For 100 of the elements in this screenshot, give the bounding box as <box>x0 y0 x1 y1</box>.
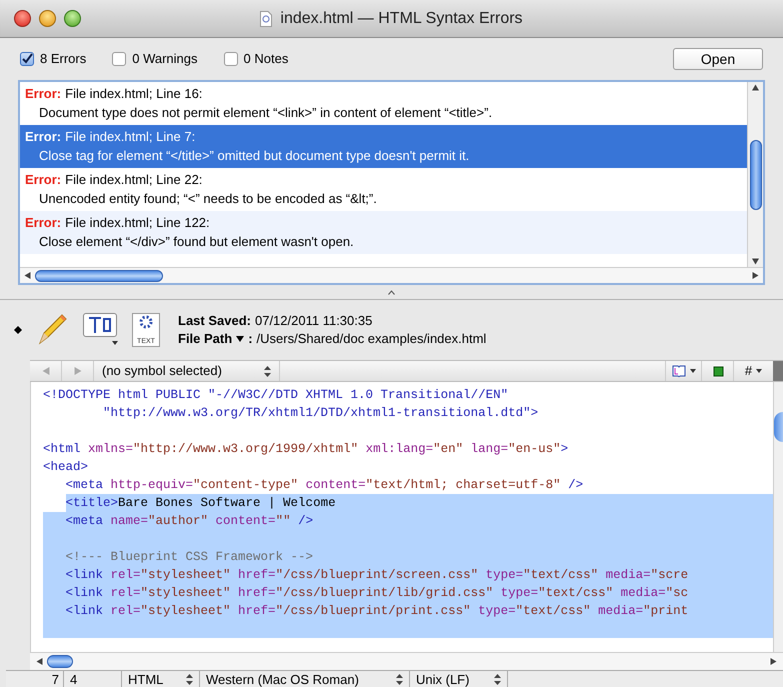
scroll-thumb[interactable] <box>47 655 73 668</box>
zoom-button[interactable] <box>64 10 81 27</box>
code-token: "/css/blueprint/print.css" <box>276 603 471 620</box>
square-icon <box>712 365 724 377</box>
file-path-value: /Users/Shared/doc examples/index.html <box>256 330 486 348</box>
code-token: "text/css" <box>523 567 598 584</box>
error-message: Unencoded entity found; “<” needs to be encoded as “&lt;”. <box>39 191 377 206</box>
code-token: "print <box>643 603 688 620</box>
error-location: File index.html; Line 7: <box>65 128 196 146</box>
error-message: Document type does not permit element “<link>” in content of element “<title>”. <box>39 105 492 120</box>
error-message: Close tag for element “</title>” omitted but document type doesn't permit it. <box>39 148 470 163</box>
scroll-corner <box>773 361 783 381</box>
code-token: <link <box>64 567 104 584</box>
splitter-handle-icon[interactable] <box>388 290 395 294</box>
error-location: File index.html; Line 22: <box>65 171 202 189</box>
open-button[interactable]: Open <box>673 48 763 70</box>
code-token: type= <box>477 603 516 620</box>
stepper-arrows-icon <box>396 674 403 684</box>
code-token: lang= <box>470 441 508 458</box>
code-token: "http://www.w3.org/1999/xhtml" <box>133 441 358 458</box>
checkbox[interactable] <box>112 52 126 66</box>
text-options-button[interactable] <box>82 313 118 347</box>
code-token: media= <box>604 567 651 584</box>
code-token: media= <box>597 603 644 620</box>
code-token: xml:lang= <box>364 441 434 458</box>
line-number: 7 <box>6 671 64 687</box>
code-token: "content-type" <box>193 477 298 494</box>
code-token: "en-us" <box>508 441 561 458</box>
vertical-scrollbar[interactable] <box>773 382 783 652</box>
code-token: "text/css" <box>538 585 614 602</box>
scroll-thumb[interactable] <box>750 140 762 210</box>
caret-icon <box>756 369 762 373</box>
file-path-menu[interactable]: File Path <box>178 330 244 348</box>
minimize-button[interactable] <box>39 10 56 27</box>
horizontal-scrollbar[interactable] <box>20 267 763 283</box>
code-token: /> <box>297 513 314 530</box>
code-token: /> <box>567 477 584 494</box>
code-token: > <box>560 441 568 458</box>
symbol-popup[interactable]: (no symbol selected) <box>94 361 280 381</box>
error-item[interactable]: Error: File index.html; Line 122: Close element “</div>” found but element wasn't open. <box>20 211 747 254</box>
code-token: "sc <box>666 585 688 602</box>
last-saved-value: 07/12/2011 11:30:35 <box>254 312 372 330</box>
checkbox[interactable] <box>20 52 34 66</box>
line-endings-popup[interactable]: Unix (LF) <box>410 671 508 687</box>
code-token: rel= <box>110 567 141 584</box>
stepper-arrows-icon <box>494 674 501 684</box>
language-popup[interactable]: HTML <box>122 671 200 687</box>
vertical-scrollbar[interactable] <box>747 82 763 267</box>
last-saved-label: Last Saved: <box>178 312 251 330</box>
error-label: Error: <box>25 128 62 146</box>
down-arrow-icon[interactable] <box>752 258 759 265</box>
code-token: "stylesheet" <box>140 567 231 584</box>
code-token: "/css/blueprint/lib/grid.css" <box>276 585 494 602</box>
checkbox[interactable] <box>224 52 238 66</box>
left-arrow-icon[interactable] <box>36 658 43 665</box>
code-token: "scre <box>650 567 688 584</box>
file-path-separator: : <box>248 330 253 348</box>
document-icon <box>260 10 272 26</box>
code-token: "http://www.w3.org/TR/xhtml1/DTD/xhtml1-transitional.dtd"> <box>102 405 538 422</box>
error-label: Error: <box>25 171 62 189</box>
scroll-thumb[interactable] <box>35 270 163 282</box>
code-token: "/css/blueprint/screen.css" <box>276 567 478 584</box>
encoding-popup[interactable]: Western (Mac OS Roman) <box>200 671 410 687</box>
code-token: rel= <box>110 603 141 620</box>
code-token: href= <box>237 567 276 584</box>
code-token: xmlns= <box>87 441 134 458</box>
code-token: media= <box>620 585 666 602</box>
right-arrow-icon[interactable] <box>752 272 759 279</box>
code-token: http-equiv= <box>110 477 194 494</box>
left-arrow-icon[interactable] <box>24 272 31 279</box>
error-label: Error: <box>25 85 62 103</box>
code-token: content= <box>304 477 366 494</box>
right-arrow-icon[interactable] <box>770 658 777 665</box>
caret-icon <box>112 341 118 345</box>
scroll-thumb[interactable] <box>774 412 783 442</box>
close-button[interactable] <box>14 10 31 27</box>
horizontal-scrollbar[interactable] <box>30 652 783 670</box>
code-token: "en" <box>433 441 464 458</box>
code-token: "stylesheet" <box>140 603 231 620</box>
code-token: "" <box>276 513 291 530</box>
code-token: <head> <box>43 459 88 476</box>
error-label: Error: <box>25 214 62 232</box>
error-item[interactable]: Error: File index.html; Line 7: Close tag for element “</title>” omitted but document type doesn't permit it. <box>20 125 747 168</box>
pencil-icon[interactable] <box>36 313 68 347</box>
check-icon <box>21 53 33 65</box>
code-token: <link <box>64 603 104 620</box>
diamond-icon <box>14 326 22 334</box>
code-token: Bare Bones Software | Welcome <box>118 494 336 512</box>
checkbox-label: 8 Errors <box>40 50 86 68</box>
code-token: <link <box>64 585 104 602</box>
code-token: content= <box>214 513 276 530</box>
code-token: href= <box>237 603 276 620</box>
code-token: href= <box>237 585 276 602</box>
book-icon <box>672 365 686 377</box>
code-token: "text/css" <box>516 603 591 620</box>
stepper-arrows-icon <box>186 674 193 684</box>
code-token: <meta <box>64 513 104 530</box>
error-location: File index.html; Line 122: <box>65 214 210 232</box>
up-arrow-icon[interactable] <box>752 84 759 91</box>
column-number: 4 <box>64 671 122 687</box>
